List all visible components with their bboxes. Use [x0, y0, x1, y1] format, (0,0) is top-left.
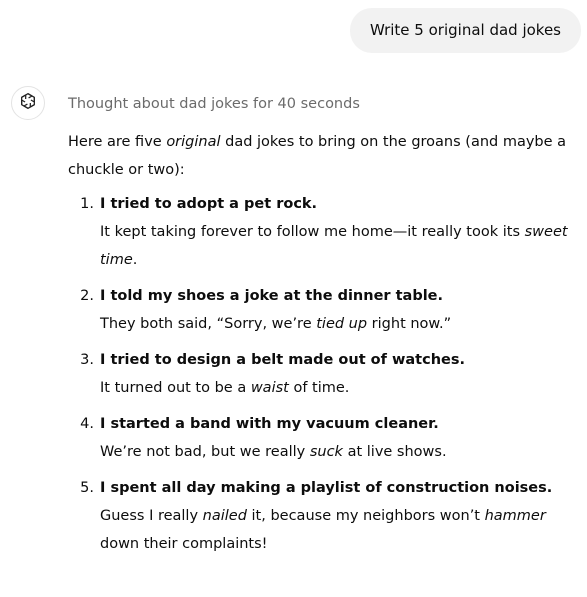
joke-item: 2. I told my shoes a joke at the dinner … — [68, 282, 580, 338]
punchline-text: . — [132, 252, 138, 268]
joke-item: 4. I started a band with my vacuum clean… — [68, 410, 580, 466]
joke-number: 5. — [80, 480, 94, 496]
assistant-message: Thought about dad jokes for 40 seconds H… — [68, 94, 580, 566]
joke-item: 3. I tried to design a belt made out of … — [68, 346, 580, 402]
joke-number: 3. — [80, 352, 94, 368]
joke-punchline: Guess I really nailed it, because my nei… — [100, 502, 580, 558]
joke-item: 5. I spent all day making a playlist of … — [68, 474, 580, 558]
punchline-emphasis: waist — [250, 380, 289, 396]
jokes-list: 1. I tried to adopt a pet rock. It kept … — [68, 190, 580, 558]
punchline-text: it, because my neighbors won’t — [246, 508, 485, 524]
intro-text-emphasis: original — [166, 134, 221, 150]
punchline-text: down their complaints! — [100, 536, 268, 552]
punchline-emphasis: tied up — [316, 316, 368, 332]
joke-number: 2. — [80, 288, 94, 304]
punchline-emphasis: nailed — [202, 508, 247, 524]
chatgpt-logo-icon — [18, 91, 38, 115]
punchline-text: of time. — [288, 380, 350, 396]
joke-punchline: They both said, “Sorry, we’re tied up ri… — [100, 310, 580, 338]
intro-paragraph: Here are five original dad jokes to brin… — [68, 128, 580, 184]
joke-punchline: It turned out to be a waist of time. — [100, 374, 580, 402]
joke-setup: I spent all day making a playlist of con… — [100, 480, 553, 496]
assistant-avatar — [11, 86, 45, 120]
joke-number: 4. — [80, 416, 94, 432]
intro-text-before: Here are five — [68, 134, 167, 150]
joke-punchline: It kept taking forever to follow me home… — [100, 218, 580, 274]
punchline-emphasis: suck — [309, 444, 343, 460]
user-message-bubble: Write 5 original dad jokes — [349, 8, 581, 53]
punchline-text: They both said, “Sorry, we’re — [100, 316, 317, 332]
thought-toggle[interactable]: Thought about dad jokes for 40 seconds — [68, 94, 580, 114]
punchline-text: It kept taking forever to follow me home… — [100, 224, 525, 240]
joke-punchline: We’re not bad, but we really suck at liv… — [100, 438, 580, 466]
joke-setup: I tried to design a belt made out of wat… — [100, 352, 465, 368]
punchline-text: at live shows. — [342, 444, 447, 460]
punchline-text: Guess I really — [100, 508, 203, 524]
joke-setup: I started a band with my vacuum cleaner. — [100, 416, 439, 432]
joke-setup: I tried to adopt a pet rock. — [100, 196, 318, 212]
punchline-emphasis: hammer — [484, 508, 546, 524]
joke-number: 1. — [80, 196, 94, 212]
joke-item: 1. I tried to adopt a pet rock. It kept … — [68, 190, 580, 274]
punchline-text: We’re not bad, but we really — [100, 444, 310, 460]
punchline-text: right now.” — [367, 316, 452, 332]
user-message-text: Write 5 original dad jokes — [369, 21, 561, 39]
punchline-text: It turned out to be a — [100, 380, 251, 396]
joke-setup: I told my shoes a joke at the dinner tab… — [100, 288, 444, 304]
